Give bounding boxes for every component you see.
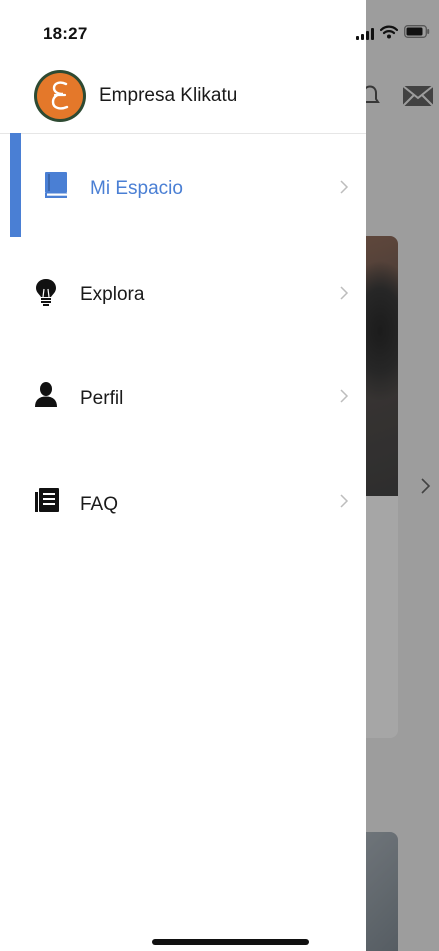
home-indicator[interactable] bbox=[152, 939, 309, 945]
active-indicator bbox=[10, 133, 21, 237]
menu-item-perfil[interactable]: Perfil bbox=[0, 345, 366, 449]
side-drawer: Empresa Klikatu Mi Espacio Explora Perfi… bbox=[0, 0, 366, 951]
chevron-right-icon bbox=[337, 285, 351, 300]
wifi-icon bbox=[379, 25, 399, 44]
chevron-right-icon bbox=[337, 179, 351, 194]
document-list-icon bbox=[34, 487, 62, 515]
company-logo-letter-icon bbox=[51, 81, 69, 110]
battery-icon bbox=[404, 25, 430, 43]
company-name: Empresa Klikatu bbox=[99, 85, 238, 106]
status-time: 18:27 bbox=[43, 24, 88, 43]
menu-item-explora[interactable]: Explora bbox=[0, 240, 366, 344]
person-icon bbox=[34, 381, 62, 409]
book-icon bbox=[43, 171, 71, 199]
menu-item-label: Explora bbox=[80, 284, 145, 305]
drawer-header: Empresa Klikatu bbox=[0, 60, 366, 134]
status-icons bbox=[356, 25, 430, 43]
menu-item-label: Mi Espacio bbox=[90, 178, 183, 199]
chevron-right-icon bbox=[337, 388, 351, 403]
menu-item-label: FAQ bbox=[80, 494, 119, 515]
chevron-right-icon bbox=[337, 493, 351, 508]
menu-item-mi-espacio[interactable]: Mi Espacio bbox=[0, 133, 366, 237]
menu-item-faq[interactable]: FAQ bbox=[0, 450, 366, 554]
company-avatar bbox=[34, 70, 86, 122]
cellular-signal-icon bbox=[356, 28, 374, 40]
menu-item-label: Perfil bbox=[80, 388, 124, 409]
lightbulb-icon bbox=[34, 278, 62, 306]
